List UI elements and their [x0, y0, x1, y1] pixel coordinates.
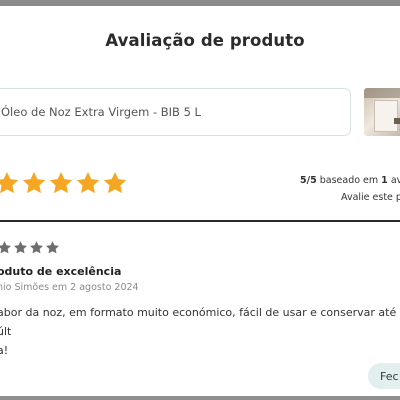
modal-title: Avaliação de produto — [105, 31, 305, 50]
star-icon — [30, 241, 43, 254]
average-rating-stars — [0, 170, 128, 196]
star-icon — [76, 171, 100, 194]
star-icon — [46, 241, 59, 254]
product-image-box — [374, 100, 398, 132]
star-icon — [0, 241, 11, 254]
backdrop-bottom — [0, 396, 400, 400]
review-title: oduto de excelência — [0, 265, 122, 278]
review-modal: Avaliação de produto Óleo de Noz Extra V… — [0, 6, 400, 396]
rating-summary: 5/5 baseado em 1 aval — [300, 175, 400, 186]
review-stars — [0, 240, 60, 255]
based-on-text: baseado em — [316, 175, 382, 186]
section-divider — [0, 220, 400, 222]
close-button[interactable]: Fec — [368, 363, 400, 389]
reviews-word: aval — [390, 175, 400, 186]
product-image-tap — [394, 118, 400, 124]
review-text: abor da noz, em formato muito económico,… — [0, 303, 400, 360]
rate-product-link[interactable]: Avalie este pr — [341, 192, 400, 203]
product-name-box: Óleo de Noz Extra Virgem - BIB 5 L — [0, 88, 351, 136]
review-count: 1 — [381, 175, 388, 186]
review-text-line-2: a! — [0, 344, 9, 357]
product-image-shade — [364, 88, 400, 98]
review-meta: nio Simões em 2 agosto 2024 — [0, 282, 139, 293]
star-icon — [22, 171, 46, 194]
star-icon — [103, 171, 127, 194]
star-icon — [0, 171, 19, 194]
review-text-line-1: abor da noz, em formato muito económico,… — [0, 306, 400, 338]
product-name: Óleo de Noz Extra Virgem - BIB 5 L — [1, 105, 201, 119]
star-icon — [14, 241, 27, 254]
product-image — [364, 88, 400, 136]
star-icon — [49, 171, 73, 194]
rating-score: 5/5 — [300, 175, 317, 186]
